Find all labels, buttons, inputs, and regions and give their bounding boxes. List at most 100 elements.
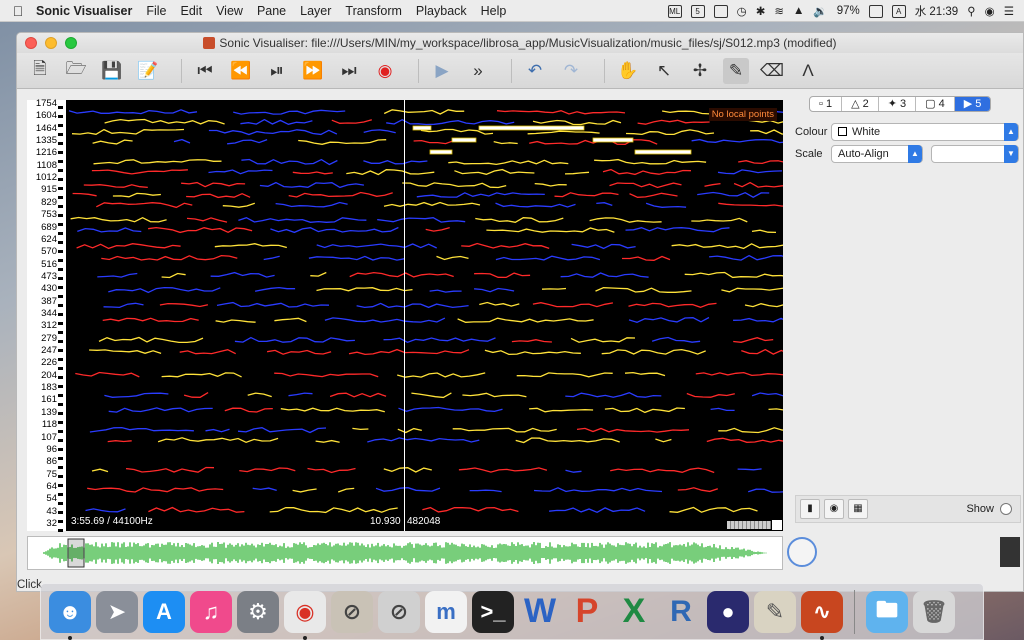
move-icon[interactable]: ✢ (687, 58, 713, 84)
fast-forward-icon[interactable]: ⏩ (300, 58, 326, 84)
no-entry-app-icon[interactable]: ⊘ (378, 590, 420, 633)
peak-trace (741, 348, 783, 355)
layer-tab-5[interactable]: ▶ 5 (954, 97, 991, 111)
solo-icon[interactable]: » (465, 58, 491, 84)
document-proxy-icon[interactable] (203, 37, 216, 49)
piano-key (58, 115, 63, 118)
note-region[interactable] (592, 137, 634, 143)
spectrogram-pane[interactable]: 1754 1604 1464 1335 1216 1108 1012 915 829 753 689… (27, 99, 783, 532)
piano-key (58, 322, 63, 325)
sonic-visualiser-icon[interactable]: ∿ (801, 590, 843, 640)
save-as-icon[interactable]: 📝 (135, 58, 161, 84)
input-source-icon[interactable]: A (891, 4, 906, 18)
airplay-icon[interactable]: ▲ (793, 5, 804, 17)
undo-icon[interactable]: ↶ (522, 58, 548, 84)
menu-pane[interactable]: Pane (257, 4, 286, 18)
layer-meter-icon[interactable]: ▮ (800, 499, 820, 519)
note-region[interactable] (429, 149, 453, 155)
r-icon[interactable]: R (660, 591, 702, 633)
note-region[interactable] (412, 125, 432, 131)
play-pause-icon[interactable]: ⏯ (264, 58, 290, 84)
menu-bar:  Sonic Visualiser File Edit View Pane L… (0, 0, 1024, 22)
layer-colour-icon[interactable]: ◉ (824, 499, 844, 519)
menu-layer[interactable]: Layer (300, 4, 331, 18)
terminal-icon[interactable]: >_ (472, 590, 514, 633)
trash-icon[interactable]: 🗑 (913, 590, 955, 633)
play-selection-icon[interactable]: ▶ (429, 58, 455, 84)
zoom-button[interactable] (65, 37, 77, 49)
fast-forward-end-icon[interactable]: ⏭ (336, 58, 362, 84)
new-document-icon[interactable]: 🗎 (27, 58, 53, 84)
peak-trace (237, 427, 327, 434)
apple-menu-icon[interactable]:  (0, 3, 36, 19)
playback-speed-dial[interactable] (787, 537, 817, 567)
itunes-icon[interactable]: ♫ (190, 590, 232, 633)
siri-icon[interactable]: ◉ (985, 4, 995, 18)
ml-status-icon[interactable]: ML (667, 4, 682, 18)
record-icon[interactable]: ◉ (372, 58, 398, 84)
eclipse-icon[interactable]: ● (707, 590, 749, 633)
menu-edit[interactable]: Edit (181, 4, 203, 18)
powerpoint-icon[interactable]: P (566, 591, 608, 633)
word-icon[interactable]: W (519, 591, 561, 633)
note-region[interactable] (478, 125, 585, 131)
layer-tab-1[interactable]: ▫ 1 (810, 97, 843, 111)
note-region[interactable] (634, 149, 692, 155)
excel-icon[interactable]: X (613, 591, 655, 633)
preview-icon[interactable]: ✎ (754, 590, 796, 633)
app-menu[interactable]: Sonic Visualiser (36, 4, 132, 18)
app-store-icon[interactable]: A (143, 590, 185, 633)
corner-box[interactable] (771, 519, 783, 531)
note-region[interactable] (451, 137, 477, 143)
menu-help[interactable]: Help (481, 4, 507, 18)
notification-center-icon[interactable]: ☰ (1004, 4, 1014, 18)
system-preferences-icon[interactable]: ⚙ (237, 590, 279, 633)
wifi-icon[interactable]: ≋ (774, 4, 784, 18)
show-toggle[interactable] (1000, 503, 1012, 515)
rewind-start-icon[interactable]: ⏮ (192, 58, 218, 84)
visible-region-box[interactable] (67, 538, 85, 568)
redo-icon[interactable]: ↷ (558, 58, 584, 84)
layer-tab-4[interactable]: ▢ 4 (916, 97, 955, 111)
battery-icon[interactable] (868, 4, 883, 18)
window-status-icon[interactable] (713, 4, 728, 18)
finder-icon[interactable]: ☻ (49, 590, 91, 640)
draw-icon[interactable]: ✎ (723, 57, 749, 84)
peak-trace (215, 319, 256, 323)
time-machine-icon[interactable]: ◷ (737, 4, 747, 18)
menubar-clock[interactable]: 水 21:39 (915, 3, 958, 19)
layer-tab-3[interactable]: ✦ 3 (879, 97, 917, 111)
rewind-icon[interactable]: ⏪ (228, 58, 254, 84)
scale-label: 247 (41, 345, 57, 357)
bluetooth-icon[interactable]: ✱ (756, 4, 766, 18)
spotlight-icon[interactable]: ⚲ (967, 4, 975, 18)
dictionary-app-icon[interactable]: ⊘ (331, 590, 373, 633)
waveform-overview[interactable] (27, 536, 783, 570)
peak-trace (475, 217, 564, 223)
open-icon[interactable]: 🗁 (63, 58, 89, 84)
menu-file[interactable]: File (146, 4, 166, 18)
menu-transform[interactable]: Transform (345, 4, 402, 18)
save-icon[interactable]: 💾 (99, 58, 125, 84)
menu-playback[interactable]: Playback (416, 4, 467, 18)
scale-select[interactable]: Auto-Align ▲ (831, 145, 923, 163)
chrome-icon[interactable]: ◉ (284, 590, 326, 640)
five-status-icon[interactable]: 5 (690, 4, 705, 18)
launchpad-icon[interactable]: ➤ (96, 590, 138, 633)
downloads-folder-icon[interactable]: 🖿 (866, 590, 908, 633)
measure-icon[interactable]: Λ (795, 58, 821, 84)
select-icon[interactable]: ↖ (651, 58, 677, 84)
colour-select[interactable]: White ▲ (831, 123, 1019, 141)
volume-icon[interactable]: 🔉 (813, 4, 827, 18)
close-button[interactable] (25, 37, 37, 49)
navigate-icon[interactable]: ✋ (615, 58, 641, 84)
erase-icon[interactable]: ⌫ (759, 58, 785, 84)
battery-percent[interactable]: 97% (837, 5, 860, 17)
layer-mixer-icon[interactable]: ▦ (848, 499, 868, 519)
playhead-cursor[interactable] (404, 100, 405, 531)
menu-view[interactable]: View (216, 4, 243, 18)
scale-secondary-select[interactable]: ▼ (931, 145, 1019, 163)
layer-tab-2[interactable]: △ 2 (842, 97, 879, 111)
minimize-button[interactable] (45, 37, 57, 49)
musescore-icon[interactable]: m (425, 590, 467, 633)
